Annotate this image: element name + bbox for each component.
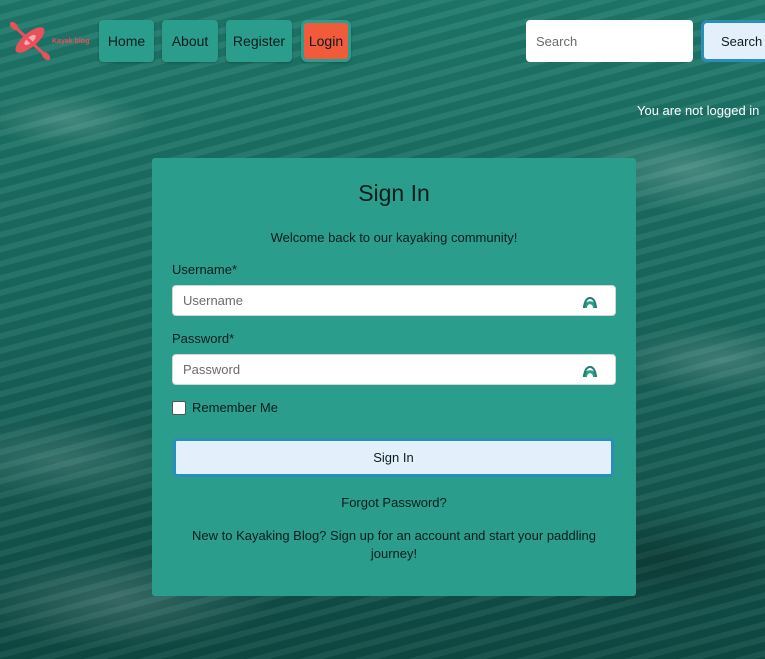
password-input[interactable] (173, 355, 573, 384)
forgot-password-link[interactable]: Forgot Password? (152, 495, 636, 510)
signin-button[interactable]: Sign In (173, 438, 614, 477)
username-field-wrapper (172, 285, 616, 316)
remember-me-label[interactable]: Remember Me (192, 400, 278, 415)
signin-title: Sign In (358, 180, 430, 206)
nav-login-button[interactable]: Login (301, 20, 351, 62)
nav-about-button[interactable]: About (162, 20, 218, 62)
username-label: Username* (172, 262, 238, 277)
password-manager-icon[interactable] (582, 362, 598, 378)
login-status-text: You are not logged in (637, 103, 760, 118)
username-input[interactable] (173, 286, 573, 315)
nav-home-button[interactable]: Home (99, 20, 154, 62)
password-manager-icon[interactable] (582, 293, 598, 309)
site-logo[interactable]: Kayak blog (8, 18, 92, 64)
search-button[interactable]: Search (701, 20, 765, 62)
signup-note: New to Kayaking Blog? Sign up for an acc… (192, 528, 596, 561)
password-field-wrapper (172, 354, 616, 385)
signin-subtitle: Welcome back to our kayaking community! (270, 230, 518, 245)
remember-me-checkbox[interactable] (172, 400, 186, 415)
password-label: Password* (172, 331, 235, 346)
remember-me-row: Remember Me (172, 400, 278, 415)
search-input[interactable] (526, 20, 693, 62)
logo-text: Kayak blog (52, 38, 89, 45)
kayak-logo-icon: Kayak blog (9, 21, 89, 61)
nav-register-button[interactable]: Register (226, 20, 292, 62)
signin-card: Sign In Welcome back to our kayaking com… (152, 158, 636, 596)
